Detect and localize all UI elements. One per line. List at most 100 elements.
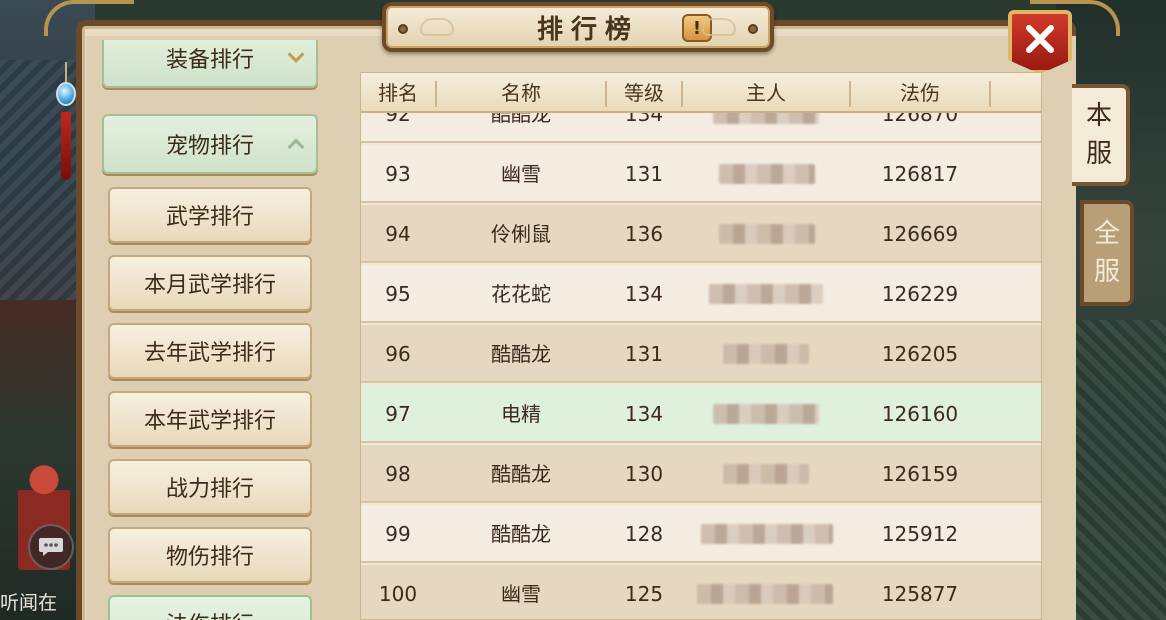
cell-magic-damage: 126205 bbox=[881, 342, 959, 366]
cell-level: 130 bbox=[624, 462, 664, 486]
nav-item-label: 装备排行 bbox=[165, 48, 254, 73]
table-row[interactable]: 95 花花蛇 134 126229 bbox=[361, 265, 1041, 323]
blurred-owner-name bbox=[697, 584, 833, 604]
nav-item-martial[interactable]: 武学排行 bbox=[108, 187, 312, 243]
cell-name: 电精 bbox=[501, 402, 541, 426]
cell-magic-damage: 126669 bbox=[881, 222, 959, 246]
stud-icon bbox=[748, 24, 758, 34]
nav-item-label: 战力排行 bbox=[165, 477, 254, 502]
close-icon bbox=[1026, 25, 1054, 53]
cell-magic-damage: 126159 bbox=[881, 462, 959, 486]
blurred-owner-name bbox=[719, 164, 815, 184]
cell-level: 131 bbox=[624, 342, 664, 366]
cell-rank: 99 bbox=[385, 522, 411, 546]
speech-bubble-icon bbox=[39, 538, 63, 556]
nav-category-equipment[interactable]: 装备排行 bbox=[102, 40, 318, 88]
cell-rank: 100 bbox=[378, 582, 418, 606]
table-row[interactable]: 93 幽雪 131 126817 bbox=[361, 145, 1041, 203]
cell-level: 128 bbox=[624, 522, 664, 546]
cloud-ornament-icon bbox=[420, 18, 454, 36]
blurred-owner-name bbox=[713, 404, 819, 424]
nav-item-label: 物伤排行 bbox=[165, 545, 254, 570]
table-row-highlighted[interactable]: 97 电精 134 126160 bbox=[361, 385, 1041, 443]
tab-label-char: 服 bbox=[1085, 139, 1112, 169]
nav-item-physical[interactable]: 物伤排行 bbox=[108, 527, 312, 583]
blurred-owner-name bbox=[719, 224, 815, 244]
ranking-table: 排名 名称 等级 主人 法伤 92 酷酷龙 134 126870 93 幽雪 1… bbox=[360, 72, 1042, 620]
cell-rank: 98 bbox=[385, 462, 411, 486]
cell-rank: 93 bbox=[385, 162, 411, 186]
cell-name: 幽雪 bbox=[501, 582, 541, 606]
roof-tiles-right bbox=[1076, 320, 1166, 620]
nav-item-magic[interactable]: 法伤排行 bbox=[108, 595, 312, 620]
cell-owner bbox=[683, 565, 849, 619]
table-row[interactable]: 99 酷酷龙 128 125912 bbox=[361, 505, 1041, 563]
header-divider bbox=[989, 81, 991, 107]
cell-name: 酷酷龙 bbox=[491, 462, 551, 486]
nav-item-power[interactable]: 战力排行 bbox=[108, 459, 312, 515]
cell-rank: 96 bbox=[385, 342, 411, 366]
frame-corner-left bbox=[44, 0, 134, 36]
cell-owner bbox=[683, 445, 849, 503]
header-owner: 主人 bbox=[746, 81, 786, 105]
cell-rank: 95 bbox=[385, 282, 411, 306]
cell-owner bbox=[683, 265, 849, 323]
cell-owner bbox=[683, 145, 849, 203]
cell-owner bbox=[683, 325, 849, 383]
cell-owner bbox=[683, 205, 849, 263]
blurred-owner-name bbox=[723, 344, 809, 364]
header-magic-damage: 法伤 bbox=[900, 81, 940, 105]
cell-level: 134 bbox=[624, 402, 664, 426]
table-row[interactable]: 100 幽雪 125 125877 bbox=[361, 565, 1041, 619]
cell-level: 134 bbox=[624, 282, 664, 306]
nav-item-label: 去年武学排行 bbox=[143, 341, 276, 366]
cell-magic-damage: 125912 bbox=[881, 522, 959, 546]
chat-button[interactable] bbox=[28, 524, 74, 570]
cell-level: 136 bbox=[624, 222, 664, 246]
cell-magic-damage: 126817 bbox=[881, 162, 959, 186]
blurred-owner-name bbox=[701, 524, 833, 544]
nav-item-label: 武学排行 bbox=[165, 205, 254, 230]
cell-owner bbox=[683, 385, 849, 443]
tab-all-servers[interactable]: 全 服 bbox=[1080, 200, 1134, 306]
blurred-owner-name bbox=[723, 464, 809, 484]
cell-name: 幽雪 bbox=[501, 162, 541, 186]
cell-name: 酷酷龙 bbox=[491, 342, 551, 366]
table-row[interactable]: 96 酷酷龙 131 126205 bbox=[361, 325, 1041, 383]
header-level: 等级 bbox=[624, 81, 664, 105]
table-row[interactable]: 98 酷酷龙 130 126159 bbox=[361, 445, 1041, 503]
nav-item-year-martial[interactable]: 本年武学排行 bbox=[108, 391, 312, 447]
ranking-category-nav: 装备排行 宠物排行 武学排行 本月武学排行 去年武学排行 本年武学排行 战力排行… bbox=[94, 40, 332, 620]
nav-item-label: 本月武学排行 bbox=[143, 273, 276, 298]
tab-label-char: 全 bbox=[1093, 219, 1120, 249]
cell-magic-damage: 126229 bbox=[881, 282, 959, 306]
news-ticker-text: 听闻在 bbox=[0, 592, 58, 614]
tab-label-char: 本 bbox=[1085, 101, 1112, 131]
nav-category-pet[interactable]: 宠物排行 bbox=[102, 114, 318, 174]
cell-magic-damage: 126160 bbox=[881, 402, 959, 426]
title-plaque: 排行榜 ! bbox=[382, 2, 774, 52]
header-name: 名称 bbox=[501, 81, 541, 105]
cell-name: 伶俐鼠 bbox=[491, 222, 551, 246]
nav-item-lastyear-martial[interactable]: 去年武学排行 bbox=[108, 323, 312, 379]
cell-rank: 94 bbox=[385, 222, 411, 246]
jade-pendant-icon bbox=[54, 62, 78, 182]
header-rank: 排名 bbox=[378, 81, 418, 105]
cell-level: 131 bbox=[624, 162, 664, 186]
cell-level: 125 bbox=[624, 582, 664, 606]
nav-item-label: 法伤排行 bbox=[166, 607, 254, 620]
tab-label-char: 服 bbox=[1093, 257, 1120, 287]
panel-title: 排行榜 bbox=[536, 14, 639, 45]
table-row[interactable]: 94 伶俐鼠 136 126669 bbox=[361, 205, 1041, 263]
cloud-ornament-icon bbox=[702, 18, 736, 36]
table-header: 排名 名称 等级 主人 法伤 bbox=[361, 73, 1041, 113]
cell-rank: 97 bbox=[385, 402, 411, 426]
nav-item-label: 本年武学排行 bbox=[143, 409, 276, 434]
cell-name: 花花蛇 bbox=[491, 282, 551, 306]
tab-this-server[interactable]: 本 服 bbox=[1072, 84, 1130, 186]
nav-item-month-martial[interactable]: 本月武学排行 bbox=[108, 255, 312, 311]
stud-icon bbox=[398, 24, 408, 34]
cell-owner bbox=[683, 505, 849, 563]
chevron-up-icon bbox=[287, 138, 305, 156]
nav-item-label: 宠物排行 bbox=[165, 134, 254, 159]
